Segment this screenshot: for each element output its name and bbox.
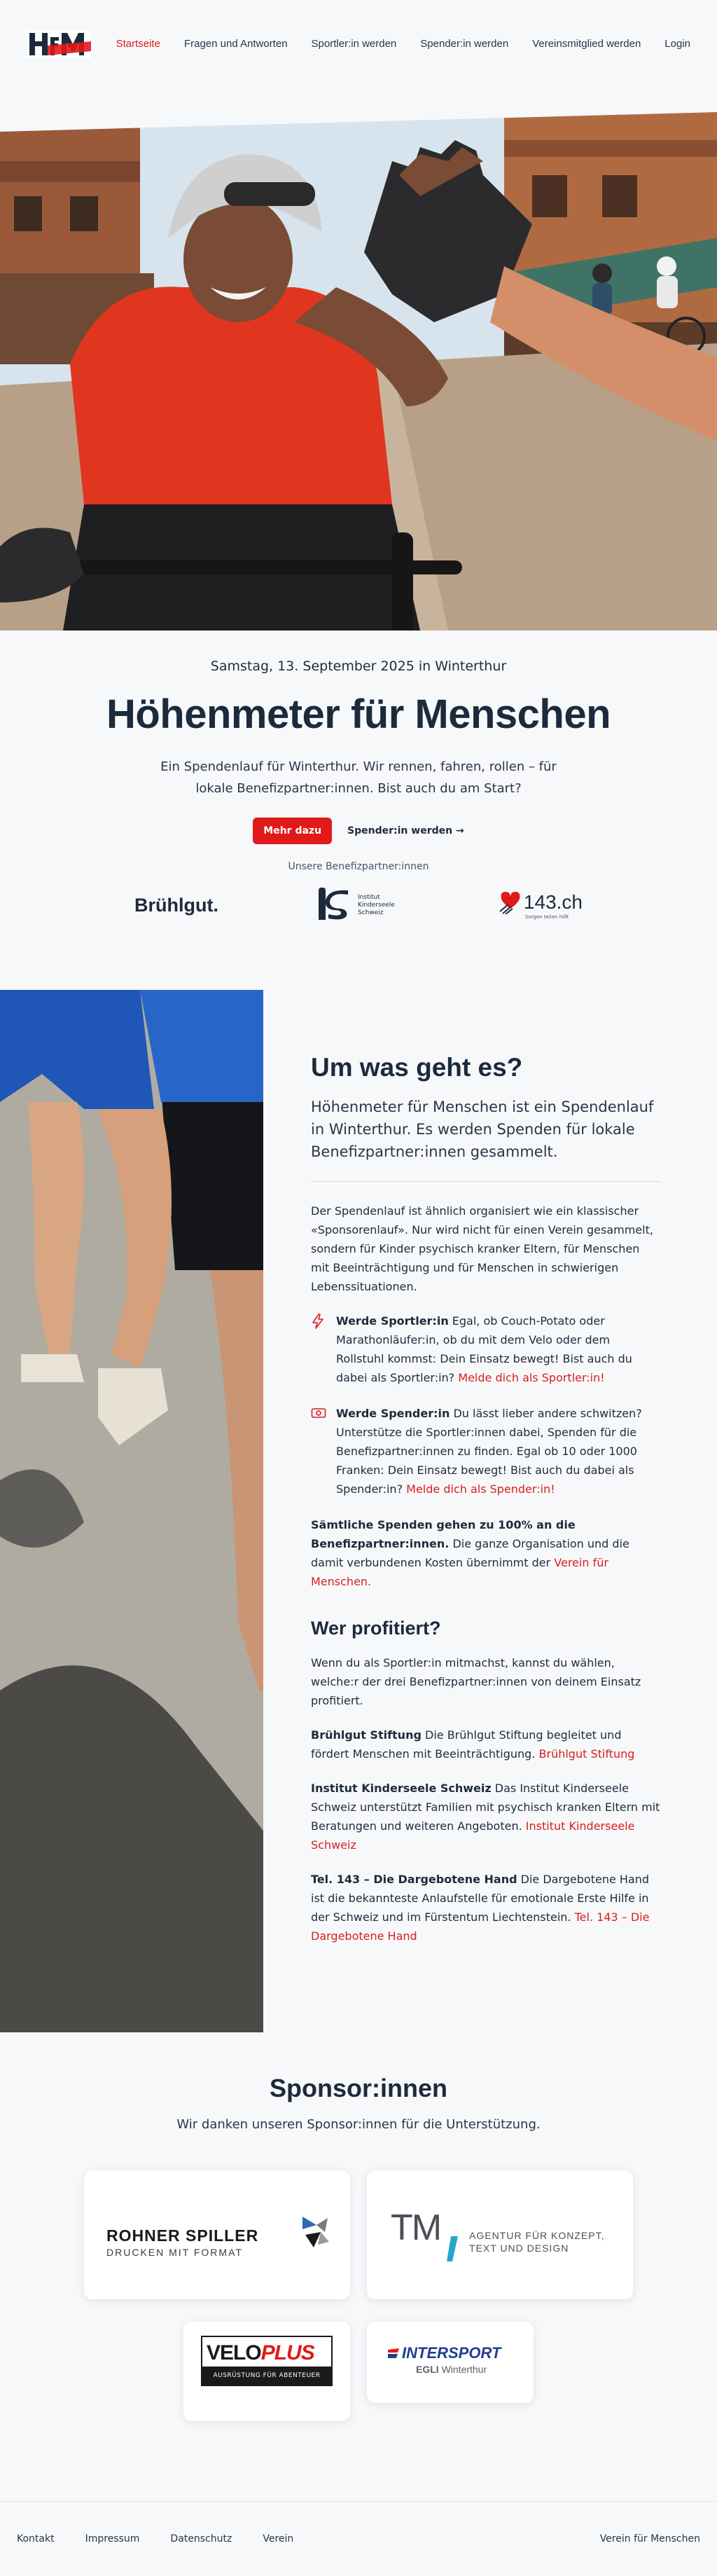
footer-link-verein[interactable]: Verein xyxy=(263,2533,293,2544)
about-lead: Höhenmeter für Menschen ist ein Spendenl… xyxy=(311,1098,654,1160)
partner-logo-bruehlgut[interactable]: Brühlgut. xyxy=(134,895,218,916)
sponsor-name: ROHNER SPILLER xyxy=(106,2226,259,2245)
partner-143-name: 143.ch xyxy=(523,891,583,913)
mehr-dazu-button[interactable]: Mehr dazu xyxy=(253,818,333,844)
event-date: Samstag, 13. September 2025 in Winterthu… xyxy=(210,659,507,674)
event-intro: Samstag, 13. September 2025 in Winterthu… xyxy=(0,659,717,923)
sponsor-tagline-2: Winterthur xyxy=(441,2364,487,2375)
partner-logos: Brühlgut. Institut Kinderseele Schweiz 1… xyxy=(134,888,583,923)
kinderseele-logo-icon xyxy=(318,888,348,920)
rohner-spiller-logo-icon xyxy=(302,2217,329,2247)
donation-note: Sämtliche Spenden gehen zu 100% an die B… xyxy=(311,1515,661,1591)
partner-143-tagline: Sorgen teilen hilft xyxy=(524,914,569,920)
sponsors-section: Sponsor:innen Wir danken unseren Sponsor… xyxy=(0,2074,717,2132)
footer-link-impressum[interactable]: Impressum xyxy=(85,2533,140,2544)
site-header: Startseite Fragen und Antworten Sportler… xyxy=(0,0,717,91)
sponsor-tagline: DRUCKEN MIT FORMAT xyxy=(106,2247,243,2258)
beneficiary-name: Tel. 143 – Die Dargebotene Hand xyxy=(311,1873,517,1886)
nav-item-sportler[interactable]: Sportler:in werden xyxy=(312,38,397,50)
beneficiary-name: Brühlgut Stiftung xyxy=(311,1728,422,1742)
main-nav: Startseite Fragen und Antworten Sportler… xyxy=(116,38,690,50)
partner-logo-kinderseele[interactable]: Institut Kinderseele Schweiz xyxy=(317,888,400,923)
runners-photo xyxy=(0,990,263,2032)
sponsor-tagline-2: TEXT UND DESIGN xyxy=(469,2243,569,2254)
heart-hand-icon xyxy=(499,892,520,914)
site-footer: Kontakt Impressum Datenschutz Verein Ver… xyxy=(0,2501,717,2576)
spender-werden-link[interactable]: Spender:in werden → xyxy=(347,825,464,836)
sponsor-card-tm[interactable]: TM AGENTUR FÜR KONZEPT, TEXT UND DESIGN xyxy=(367,2170,633,2299)
partner-logo-143[interactable]: 143.ch Sorgen teilen hilft xyxy=(499,890,583,920)
sponsors-subtitle: Wir danken unseren Sponsor:innen für die… xyxy=(176,2117,541,2132)
nav-item-vereinsmitglied[interactable]: Vereinsmitglied werden xyxy=(532,38,641,50)
page-title: Höhenmeter für Menschen xyxy=(106,691,611,737)
footer-link-kontakt[interactable]: Kontakt xyxy=(17,2533,55,2544)
feature-sportler: Werde Sportler:in Egal, ob Couch-Potato … xyxy=(311,1311,661,1387)
event-lead: Ein Spendenlauf für Winterthur. Wir renn… xyxy=(160,759,557,796)
beneficiary-bruehlgut: Brühlgut Stiftung Die Brühlgut Stiftung … xyxy=(311,1726,661,1763)
sponsor-card-rohner-spiller[interactable]: ROHNER SPILLER DRUCKEN MIT FORMAT xyxy=(84,2170,350,2299)
beneficiary-143: Tel. 143 – Die Dargebotene Hand Die Darg… xyxy=(311,1870,661,1945)
nav-item-startseite[interactable]: Startseite xyxy=(116,38,160,50)
sportler-signup-link[interactable]: Melde dich als Sportler:in! xyxy=(458,1371,604,1384)
feature-sportler-title: Werde Sportler:in xyxy=(336,1314,449,1328)
tm-slash-icon xyxy=(447,2236,458,2261)
about-body: Der Spendenlauf ist ähnlich organisiert … xyxy=(311,1204,653,1293)
sponsor-card-intersport[interactable]: INTERSPORT EGLI Winterthur xyxy=(367,2322,534,2403)
nav-item-spender[interactable]: Spender:in werden xyxy=(420,38,508,50)
spender-signup-link[interactable]: Melde dich als Spender:in! xyxy=(406,1482,555,1496)
hero-image xyxy=(0,112,717,631)
sponsor-name-part2: PLUS xyxy=(260,2341,315,2364)
feature-spender-title: Werde Spender:in xyxy=(336,1407,450,1420)
sponsor-card-veloplus[interactable]: VELOPLUS AUSRÜSTUNG FÜR ABENTEUER xyxy=(183,2322,350,2421)
nav-item-faq[interactable]: Fragen und Antworten xyxy=(184,38,288,50)
nav-item-login[interactable]: Login xyxy=(664,38,690,50)
sponsor-name: TM xyxy=(391,2207,442,2248)
who-intro: Wenn du als Sportler:in mitmachst, kanns… xyxy=(311,1656,641,1707)
kinderseele-logo-text: Institut Kinderseele Schweiz xyxy=(357,893,395,916)
sponsor-name: INTERSPORT xyxy=(402,2344,501,2362)
beneficiary-link-bruehlgut[interactable]: Brühlgut Stiftung xyxy=(539,1747,635,1761)
sponsor-tagline-1: AGENTUR FÜR KONZEPT, xyxy=(469,2230,605,2241)
lightning-icon xyxy=(311,1311,326,1387)
intersport-logo-icon xyxy=(388,2348,399,2358)
money-icon xyxy=(311,1404,326,1499)
sponsor-tagline: AUSRÜSTUNG FÜR ABENTEUER xyxy=(202,2367,331,2385)
who-title: Wer profitiert? xyxy=(311,1618,441,1639)
site-logo[interactable] xyxy=(27,30,91,58)
sponsors-title: Sponsor:innen xyxy=(270,2074,447,2102)
beneficiary-kinderseele: Institut Kinderseele Schweiz Das Institu… xyxy=(311,1779,661,1854)
sponsor-name-part1: VELO xyxy=(207,2341,262,2364)
footer-link-datenschutz[interactable]: Datenschutz xyxy=(170,2533,232,2544)
about-section: Um was geht es? Höhenmeter für Menschen … xyxy=(311,1052,661,1961)
partners-caption: Unsere Benefizpartner:innen xyxy=(288,861,429,872)
sponsor-tagline-1: EGLI xyxy=(416,2364,439,2375)
about-divider xyxy=(311,1181,661,1182)
footer-links: Kontakt Impressum Datenschutz Verein xyxy=(17,2533,293,2544)
beneficiary-name: Institut Kinderseele Schweiz xyxy=(311,1782,492,1795)
cta-row: Mehr dazu Spender:in werden → xyxy=(0,818,717,844)
feature-sportler-text: Werde Sportler:in Egal, ob Couch-Potato … xyxy=(336,1311,661,1387)
feature-spender-text: Werde Spender:in Du lässt lieber andere … xyxy=(336,1404,661,1499)
feature-spender: Werde Spender:in Du lässt lieber andere … xyxy=(311,1404,661,1499)
about-title: Um was geht es? xyxy=(311,1053,523,1082)
footer-org-name[interactable]: Verein für Menschen xyxy=(600,2533,700,2544)
